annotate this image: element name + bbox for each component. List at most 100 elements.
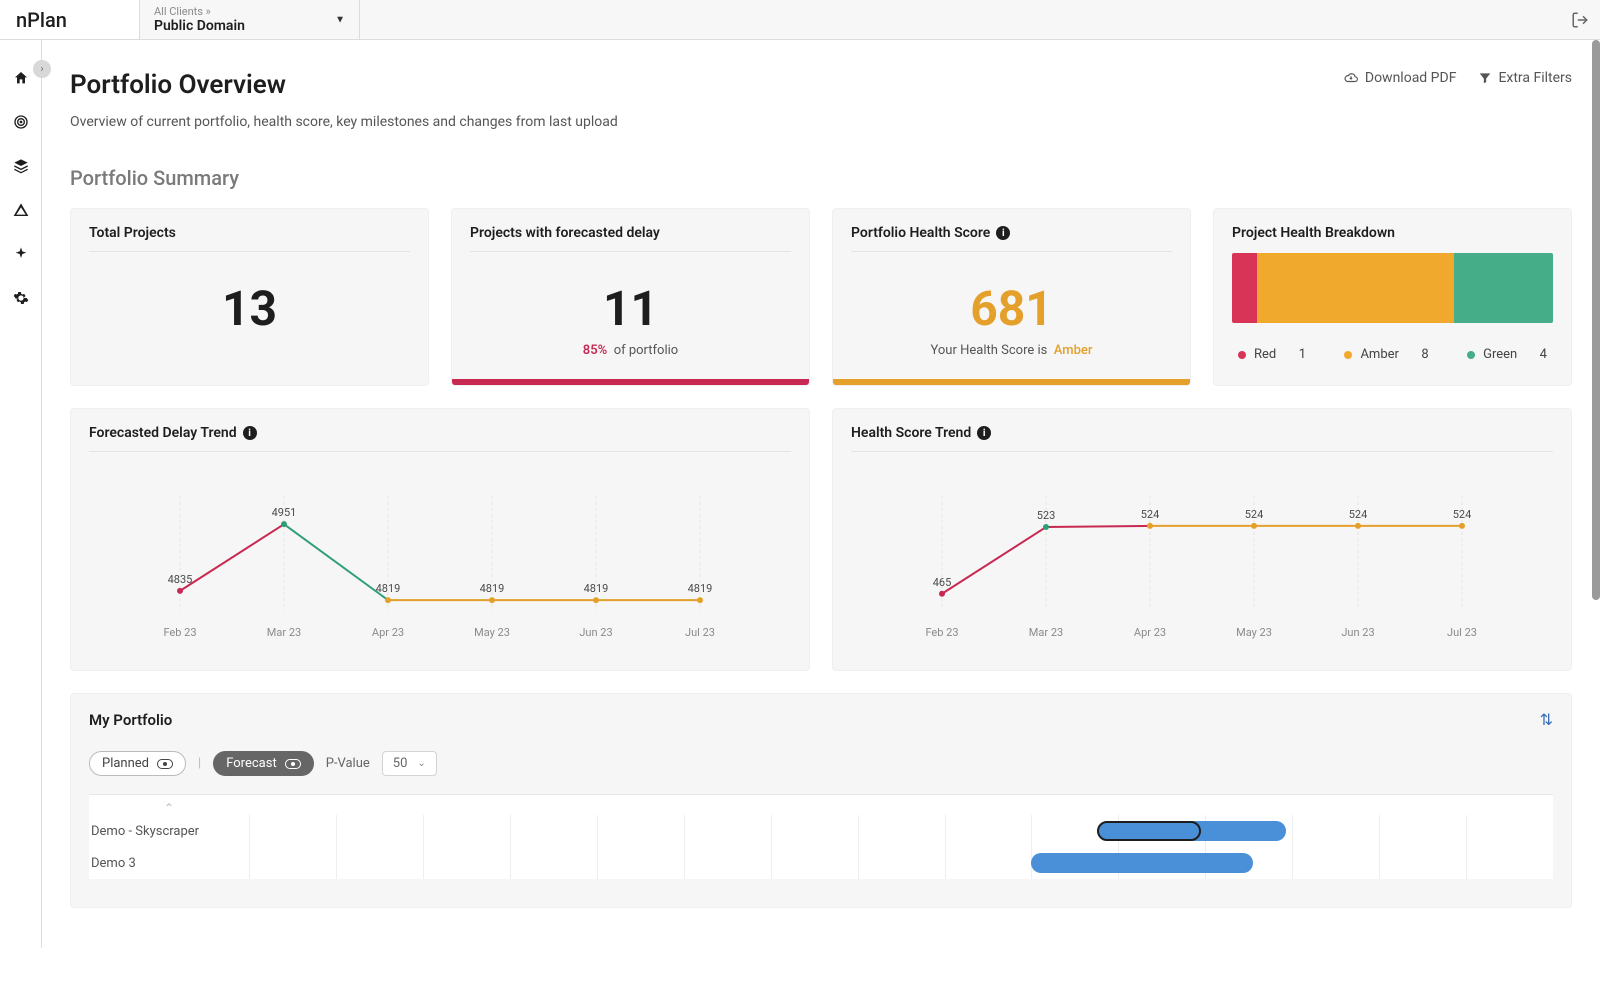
my-portfolio-title: My Portfolio	[89, 711, 172, 729]
card-total-title: Total Projects	[89, 225, 410, 241]
dot-icon	[1238, 351, 1246, 359]
delay-trend-chart: Feb 23 Mar 23 Apr 23 May 23 Jun 23 Jul 23 4835…	[89, 476, 791, 646]
gantt-chart: ⌃ Demo - Skyscraper Demo 3	[89, 794, 1553, 879]
nav-target[interactable]	[11, 112, 31, 132]
card-health-breakdown: Project Health Breakdown Red 1 Amber 8 G…	[1213, 208, 1572, 386]
gantt-bar-forecast[interactable]	[1031, 853, 1253, 873]
svg-text:4835: 4835	[168, 573, 193, 586]
scrollbar-thumb[interactable]	[1592, 40, 1600, 600]
svg-text:Jul 23: Jul 23	[685, 626, 715, 639]
dot-icon	[1467, 351, 1475, 359]
extra-filters-button[interactable]: Extra Filters	[1478, 70, 1572, 86]
dot-icon	[1344, 351, 1352, 359]
svg-text:Apr 23: Apr 23	[1134, 626, 1166, 639]
client-breadcrumb: All Clients »	[154, 5, 345, 18]
section-portfolio-summary: Portfolio Summary	[70, 166, 1572, 190]
svg-text:Mar 23: Mar 23	[267, 626, 301, 639]
svg-text:4819: 4819	[480, 582, 505, 595]
card-breakdown-title: Project Health Breakdown	[1232, 225, 1553, 241]
svg-text:4819: 4819	[688, 582, 713, 595]
client-selector[interactable]: All Clients » Public Domain ▼	[140, 0, 360, 39]
delay-pct-suffix: of portfolio	[614, 343, 679, 358]
pvalue-select[interactable]: 50⌄	[382, 751, 437, 776]
target-icon	[13, 114, 29, 130]
topbar: nPlan All Clients » Public Domain ▼	[0, 0, 1600, 40]
caret-down-icon: ▼	[335, 14, 345, 25]
card-health-score: Portfolio Health Scorei 681 Your Health …	[832, 208, 1191, 386]
svg-text:Feb 23: Feb 23	[163, 626, 196, 639]
card-health-title: Portfolio Health Score	[851, 225, 990, 241]
nav-insights[interactable]	[11, 244, 31, 264]
legend-green: Green 4	[1467, 347, 1547, 362]
card-total-projects: Total Projects 13	[70, 208, 429, 386]
layers-icon	[13, 158, 29, 174]
card-forecasted-delay: Projects with forecasted delay 11 85% of…	[451, 208, 810, 386]
svg-text:524: 524	[1245, 508, 1264, 521]
svg-text:524: 524	[1141, 508, 1160, 521]
card-delay-title: Projects with forecasted delay	[470, 225, 791, 241]
health-text-prefix: Your Health Score is	[930, 343, 1047, 358]
eye-icon	[157, 759, 173, 769]
page-title: Portfolio Overview	[70, 70, 286, 100]
svg-text:Jun 23: Jun 23	[579, 626, 612, 639]
chevron-down-icon: ⌄	[417, 758, 425, 769]
card-delay-trend: Forecasted Delay Trend i Feb 23 Mar 23 Apr …	[70, 408, 810, 671]
sort-button[interactable]: ⇅	[1540, 710, 1553, 729]
sidebar: ›	[0, 40, 42, 948]
breakdown-seg-red	[1232, 253, 1257, 323]
card-health-trend: Health Score Trend i Feb 23 Mar 23 Apr 23 Ma…	[832, 408, 1572, 671]
total-projects-value: 13	[89, 280, 410, 337]
svg-text:May 23: May 23	[474, 626, 510, 639]
nav-home[interactable]	[11, 68, 31, 88]
nav-settings[interactable]	[11, 288, 31, 308]
gantt-row: Demo - Skyscraper	[89, 815, 1553, 847]
card-my-portfolio: My Portfolio ⇅ Planned | Forecast P-Valu…	[70, 693, 1572, 908]
gantt-row-label[interactable]: Demo - Skyscraper	[89, 824, 249, 839]
extra-filters-label: Extra Filters	[1498, 70, 1572, 86]
svg-text:4819: 4819	[584, 582, 609, 595]
svg-text:465: 465	[933, 576, 952, 589]
svg-text:4819: 4819	[376, 582, 401, 595]
breakdown-bar	[1232, 253, 1553, 323]
logout-button[interactable]	[1560, 0, 1600, 39]
svg-text:Feb 23: Feb 23	[925, 626, 958, 639]
svg-text:Mar 23: Mar 23	[1029, 626, 1063, 639]
svg-text:523: 523	[1037, 509, 1056, 522]
app-logo: nPlan	[0, 0, 140, 39]
eye-icon	[285, 759, 301, 769]
info-icon[interactable]: i	[243, 426, 257, 440]
warning-icon	[13, 202, 29, 218]
chip-planned[interactable]: Planned	[89, 751, 186, 776]
svg-text:Jul 23: Jul 23	[1447, 626, 1477, 639]
gantt-row: Demo 3	[89, 847, 1553, 879]
delay-trend-title: Forecasted Delay Trend	[89, 425, 237, 441]
info-icon[interactable]: i	[977, 426, 991, 440]
gantt-bar-planned[interactable]	[1097, 821, 1201, 841]
breakdown-seg-green	[1454, 253, 1553, 323]
home-icon	[13, 70, 29, 86]
svg-text:4951: 4951	[272, 506, 297, 519]
breakdown-seg-amber	[1257, 253, 1455, 323]
page-subtitle: Overview of current portfolio, health sc…	[70, 114, 1572, 130]
legend-amber: Amber 8	[1344, 347, 1428, 362]
svg-text:May 23: May 23	[1236, 626, 1272, 639]
client-name: Public Domain	[154, 18, 345, 34]
main-content: Portfolio Overview Download PDF Extra Fi…	[42, 40, 1600, 948]
delay-projects-value: 11	[470, 280, 791, 337]
chip-forecast[interactable]: Forecast	[213, 751, 313, 776]
download-pdf-button[interactable]: Download PDF	[1343, 70, 1457, 86]
health-trend-title: Health Score Trend	[851, 425, 971, 441]
svg-text:524: 524	[1349, 508, 1368, 521]
gear-icon	[13, 290, 29, 306]
gantt-row-label[interactable]: Demo 3	[89, 856, 249, 871]
legend-red: Red 1	[1238, 347, 1306, 362]
svg-text:Apr 23: Apr 23	[372, 626, 404, 639]
delay-pct: 85%	[583, 343, 607, 358]
info-icon[interactable]: i	[996, 226, 1010, 240]
nav-layers[interactable]	[11, 156, 31, 176]
svg-text:Jun 23: Jun 23	[1341, 626, 1374, 639]
collapse-caret-icon[interactable]: ⌃	[89, 801, 249, 815]
health-trend-chart: Feb 23 Mar 23 Apr 23 May 23 Jun 23 Jul 23 465 5…	[851, 476, 1553, 646]
nav-alerts[interactable]	[11, 200, 31, 220]
pvalue-label: P-Value	[326, 756, 370, 771]
